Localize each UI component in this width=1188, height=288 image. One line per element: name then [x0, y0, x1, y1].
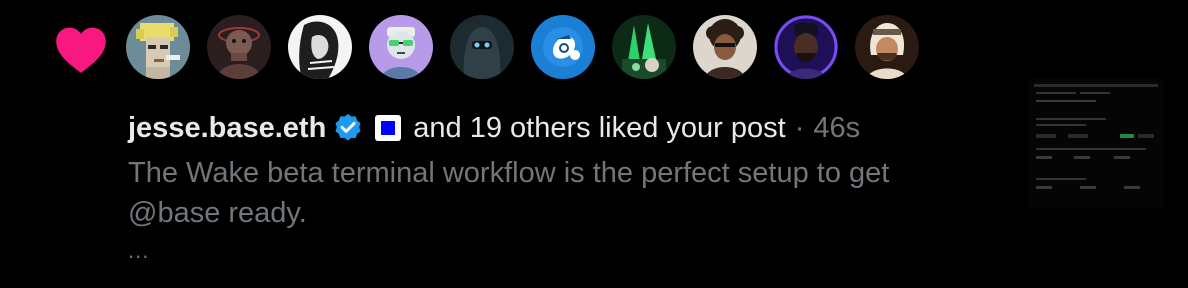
heart-icon: [56, 27, 106, 73]
avatar[interactable]: [855, 15, 919, 79]
like-notification[interactable]: jesse.base.eth and 19 others liked your …: [0, 0, 1188, 288]
notification-headline: jesse.base.eth and 19 others liked your …: [128, 108, 860, 148]
verified-badge-icon: [335, 114, 361, 141]
avatar[interactable]: [774, 15, 838, 79]
post-media-thumbnail[interactable]: [1028, 78, 1164, 208]
liker-avatars: [126, 15, 919, 79]
dot-separator: ·: [794, 111, 805, 144]
post-preview[interactable]: The Wake beta terminal workflow is the p…: [128, 153, 988, 233]
avatar[interactable]: [369, 15, 433, 79]
avatar[interactable]: [693, 15, 757, 79]
avatar[interactable]: [531, 15, 595, 79]
avatar[interactable]: [126, 15, 190, 79]
avatar[interactable]: [612, 15, 676, 79]
liked-text: and 19 others liked your post: [413, 111, 786, 144]
avatar[interactable]: [450, 15, 514, 79]
more-ellipsis: ...: [128, 238, 150, 263]
timestamp[interactable]: 46s: [813, 112, 860, 145]
avatar[interactable]: [288, 15, 352, 79]
avatar[interactable]: [207, 15, 271, 79]
blue-square-icon: [375, 115, 402, 141]
username-link[interactable]: jesse.base.eth: [128, 112, 326, 145]
